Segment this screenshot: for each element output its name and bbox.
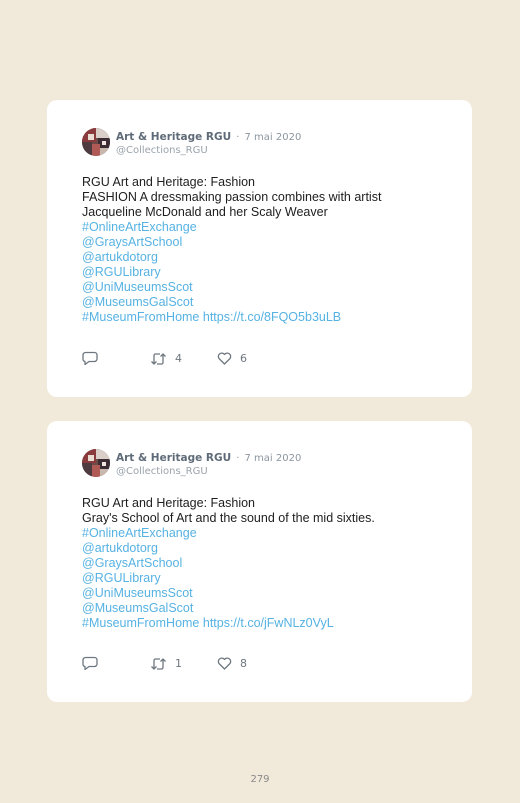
author-name[interactable]: Art & Heritage RGU (116, 131, 231, 143)
mention-link[interactable]: @UniMuseumsScot (82, 280, 442, 295)
tweet-header: Art & Heritage RGU · 7 mai 2020 @Collect… (82, 449, 301, 478)
mention-link[interactable]: @artukdotorg (82, 541, 442, 556)
mention-link[interactable]: @UniMuseumsScot (82, 586, 442, 601)
tweet-text-line: FASHION A dressmaking passion combines w… (82, 190, 382, 204)
author-name[interactable]: Art & Heritage RGU (116, 452, 231, 464)
tweet-date[interactable]: 7 mai 2020 (244, 453, 301, 464)
tweet-actions: 1 8 (82, 656, 247, 671)
like-button[interactable]: 6 (217, 352, 247, 365)
mention-link[interactable]: @MuseumsGalScot (82, 295, 442, 310)
tweet-card: Art & Heritage RGU · 7 mai 2020 @Collect… (47, 100, 472, 397)
like-count: 6 (240, 352, 247, 365)
reply-icon (82, 656, 98, 671)
separator-dot: · (236, 453, 240, 464)
author-handle[interactable]: @Collections_RGU (116, 465, 301, 478)
mention-link[interactable]: @MuseumsGalScot (82, 601, 442, 616)
page-number: 279 (250, 774, 270, 785)
tweet-text-line: Jacqueline McDonald and her Scaly Weaver (82, 205, 328, 219)
retweet-button[interactable]: 1 (150, 657, 217, 671)
mention-link[interactable]: @artukdotorg (82, 250, 442, 265)
tweet-card: Art & Heritage RGU · 7 mai 2020 @Collect… (47, 421, 472, 702)
avatar[interactable] (82, 128, 110, 156)
avatar[interactable] (82, 449, 110, 477)
retweet-button[interactable]: 4 (150, 352, 217, 366)
tweet-date[interactable]: 7 mai 2020 (244, 132, 301, 143)
mention-link[interactable]: @GraysArtSchool (82, 556, 442, 571)
like-count: 8 (240, 657, 247, 670)
reply-button[interactable] (82, 351, 150, 366)
reply-icon (82, 351, 98, 366)
tweet-actions: 4 6 (82, 351, 247, 366)
retweet-icon (150, 352, 167, 366)
heart-icon (217, 657, 232, 670)
tweet-text-line: Gray's School of Art and the sound of th… (82, 511, 375, 525)
retweet-count: 1 (175, 657, 182, 670)
tweet-text-line: RGU Art and Heritage: Fashion (82, 496, 255, 510)
mention-link[interactable]: @RGULibrary (82, 265, 442, 280)
mention-link[interactable]: @GraysArtSchool (82, 235, 442, 250)
hashtag-url-link[interactable]: #MuseumFromHome https://t.co/jFwNLz0VyL (82, 616, 442, 631)
hashtag-url-link[interactable]: #MuseumFromHome https://t.co/8FQO5b3uLB (82, 310, 442, 325)
tweet-body: RGU Art and Heritage: Fashion FASHION A … (82, 175, 442, 325)
hashtag-link[interactable]: #OnlineArtExchange (82, 220, 442, 235)
tweet-body: RGU Art and Heritage: Fashion Gray's Sch… (82, 496, 442, 631)
retweet-icon (150, 657, 167, 671)
reply-button[interactable] (82, 656, 150, 671)
mention-link[interactable]: @RGULibrary (82, 571, 442, 586)
like-button[interactable]: 8 (217, 657, 247, 670)
tweet-header: Art & Heritage RGU · 7 mai 2020 @Collect… (82, 128, 301, 157)
retweet-count: 4 (175, 352, 182, 365)
tweet-text-line: RGU Art and Heritage: Fashion (82, 175, 255, 189)
separator-dot: · (236, 132, 240, 143)
hashtag-link[interactable]: #OnlineArtExchange (82, 526, 442, 541)
author-handle[interactable]: @Collections_RGU (116, 144, 301, 157)
heart-icon (217, 352, 232, 365)
